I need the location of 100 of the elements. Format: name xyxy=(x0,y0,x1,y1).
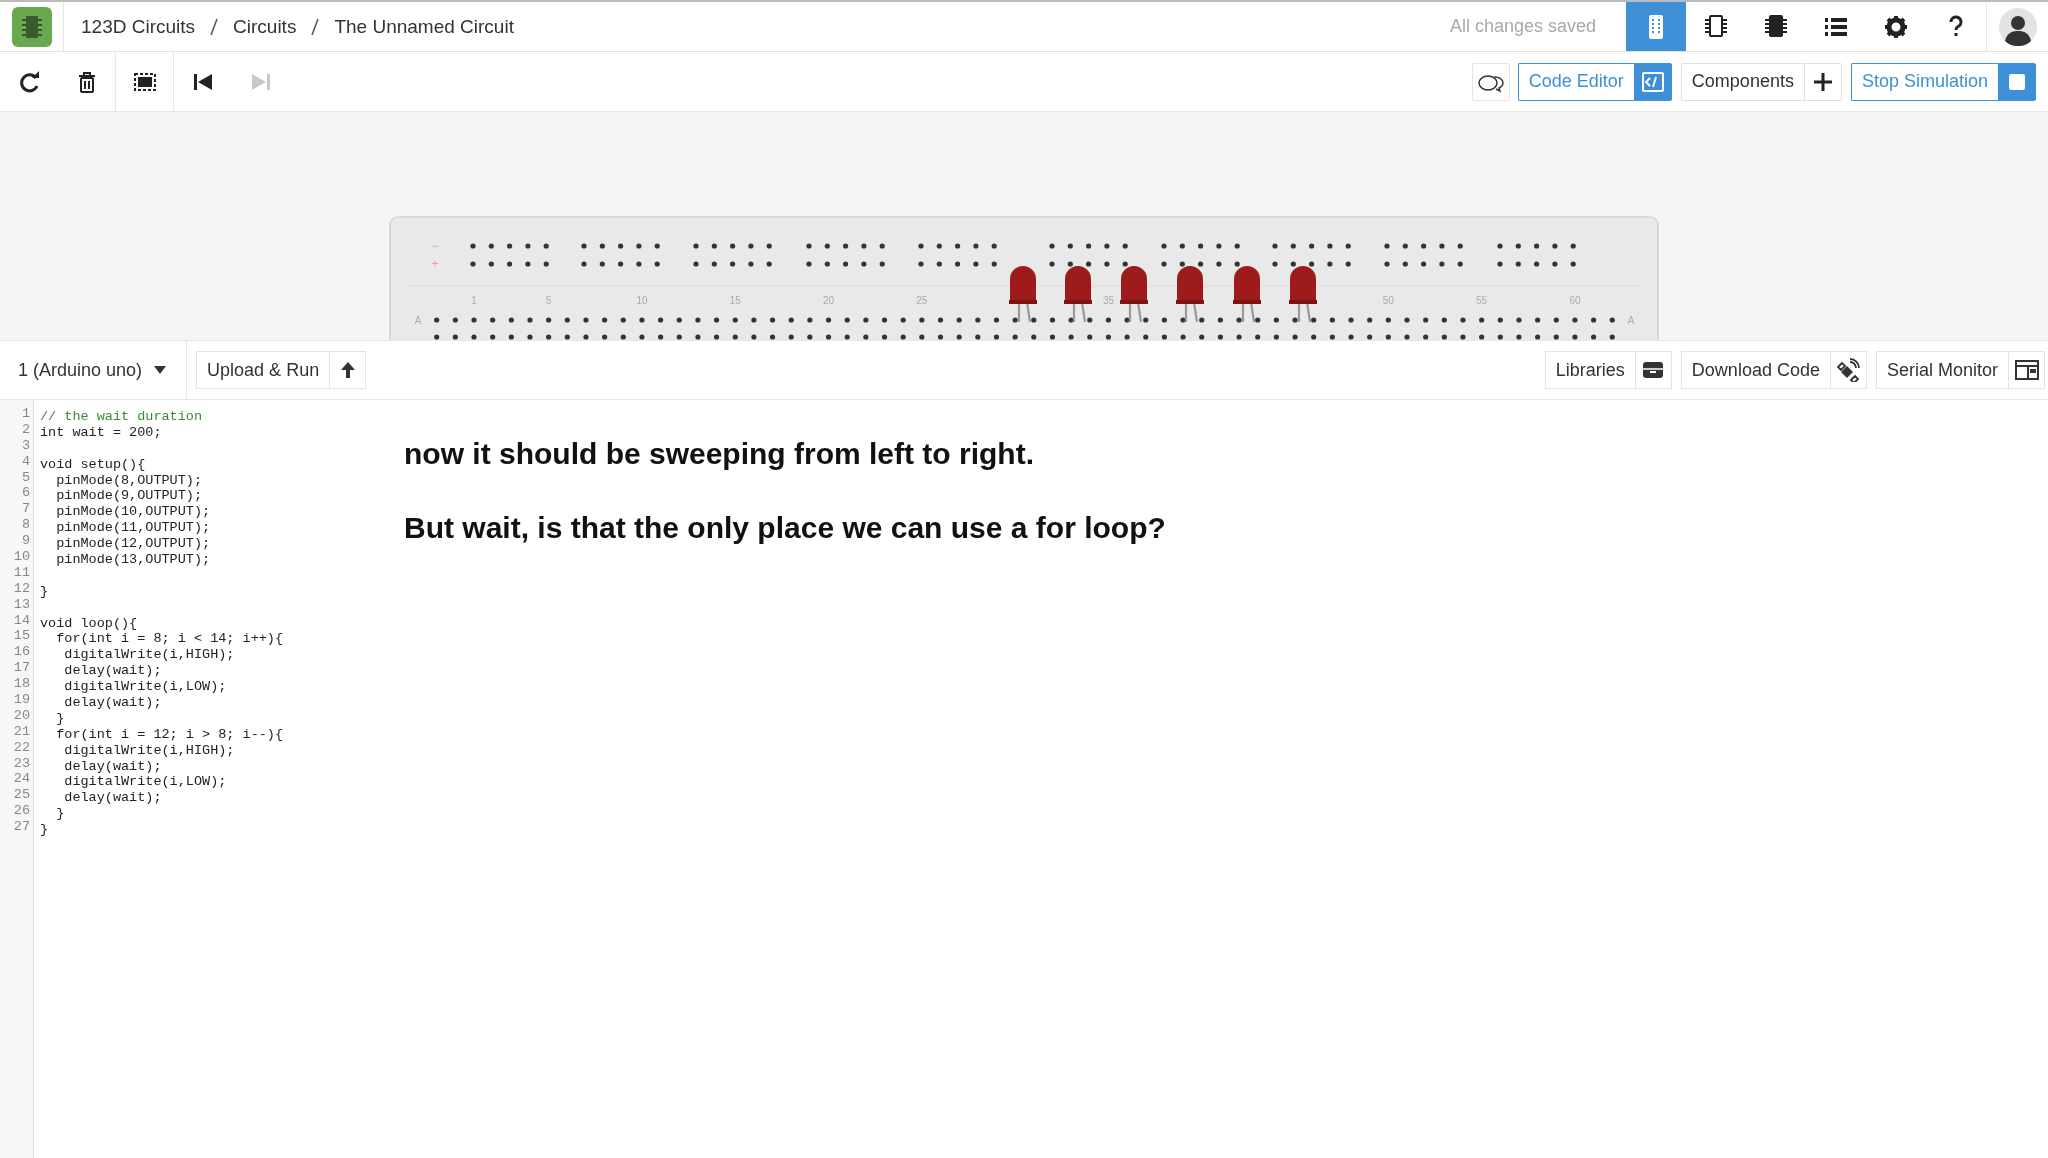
breadcrumb-link[interactable]: 123D Circuits xyxy=(81,15,196,38)
annotation-text: But wait, is that the only place we can use a for loop? xyxy=(404,511,1166,545)
line-number: 14 xyxy=(12,612,31,629)
archive-icon xyxy=(1642,361,1665,379)
comments-button[interactable] xyxy=(1471,62,1510,101)
column-number: 15 xyxy=(729,295,741,306)
code-line: pinMode(9,OUTPUT); xyxy=(55,488,203,504)
line-number: 2 xyxy=(20,421,31,438)
line-number: 1 xyxy=(20,406,31,422)
row-label: A xyxy=(414,315,422,326)
line-number: 19 xyxy=(12,692,31,708)
line-number: 22 xyxy=(12,739,31,756)
separator-icon xyxy=(209,17,220,36)
caret-icon xyxy=(154,366,167,374)
line-number: 17 xyxy=(12,660,31,677)
column-number: 10 xyxy=(636,295,648,306)
code-line: } xyxy=(40,583,49,599)
window-button[interactable] xyxy=(2009,351,2045,389)
column-number: 25 xyxy=(916,295,928,306)
panel-button[interactable]: Serial Monitor xyxy=(1875,351,2009,389)
line-number: 3 xyxy=(20,437,31,454)
line-number: 8 xyxy=(20,517,31,534)
led xyxy=(1289,266,1317,324)
upload-run-button[interactable]: Upload & Run xyxy=(196,351,331,389)
code-line: pinMode(10,OUTPUT); xyxy=(55,504,211,520)
up-arrow-icon xyxy=(340,362,355,378)
code-line: delay(wait); xyxy=(63,758,162,774)
line-number: 10 xyxy=(12,549,31,565)
led xyxy=(1120,266,1148,324)
led xyxy=(1176,266,1204,324)
stop-button[interactable] xyxy=(1998,62,2036,101)
column-number: 20 xyxy=(823,295,835,306)
line-number: 7 xyxy=(20,501,31,518)
column-number: 60 xyxy=(1569,295,1581,306)
line-number: 4 xyxy=(20,453,31,470)
line-number: 9 xyxy=(20,533,31,549)
plus-button[interactable] xyxy=(1803,62,1842,101)
code-line: void loop(){ xyxy=(40,615,138,631)
code-line: delay(wait); xyxy=(63,695,162,711)
code-line: delay(wait); xyxy=(63,790,162,806)
code-line: digitalWrite(i,LOW); xyxy=(63,679,227,695)
led xyxy=(1064,266,1092,324)
code-line: } xyxy=(55,806,65,822)
line-number: 12 xyxy=(12,580,31,597)
code-line: } xyxy=(55,710,65,726)
line-number: 24 xyxy=(12,771,31,788)
code-line: delay(wait); xyxy=(63,663,162,679)
led xyxy=(1009,266,1037,324)
rail-label: + xyxy=(431,257,439,271)
column-number: 5 xyxy=(545,295,552,306)
panel-button[interactable]: Download Code xyxy=(1680,351,1831,389)
avatar-icon xyxy=(1998,7,2037,46)
rail-label: − xyxy=(431,239,439,253)
code-line: digitalWrite(i,HIGH); xyxy=(63,647,235,663)
upload-button[interactable] xyxy=(330,351,367,389)
line-number: 5 xyxy=(20,469,31,486)
line-number: 16 xyxy=(12,644,31,661)
code-comment: // the wait duration xyxy=(40,409,203,424)
line-number: 20 xyxy=(12,707,31,724)
line-number: 6 xyxy=(20,485,31,502)
led xyxy=(1233,266,1261,324)
app-logo-icon xyxy=(11,6,52,47)
code-line: pinMode(11,OUTPUT); xyxy=(55,520,211,536)
code-line: digitalWrite(i,HIGH); xyxy=(63,742,235,758)
line-number: 25 xyxy=(12,787,31,804)
line-number: 11 xyxy=(12,564,31,581)
row-label: A xyxy=(1627,315,1635,326)
line-number: 23 xyxy=(12,755,31,772)
line-number: 15 xyxy=(12,628,31,645)
line-number: 13 xyxy=(12,596,31,613)
code-line: for(int i = 12; i > 8; i--){ xyxy=(55,726,284,742)
line-number: 27 xyxy=(12,819,31,836)
code-line: pinMode(12,OUTPUT); xyxy=(55,536,211,552)
code-line: for(int i = 8; i < 14; i++){ xyxy=(55,631,284,647)
code-line: } xyxy=(40,822,49,838)
column-number: 1 xyxy=(471,295,477,306)
save-status: All changes saved xyxy=(1449,16,1596,37)
code-line: digitalWrite(i,LOW); xyxy=(63,774,227,790)
satellite-button[interactable] xyxy=(1830,351,1867,389)
code-line: pinMode(13,OUTPUT); xyxy=(55,552,211,567)
column-number: 50 xyxy=(1382,295,1394,306)
panel-button[interactable]: Libraries xyxy=(1544,351,1636,389)
code-line: int wait = 200; xyxy=(40,424,162,440)
line-number: 21 xyxy=(12,723,31,740)
line-number: 18 xyxy=(12,676,31,693)
window-icon xyxy=(2014,360,2039,380)
satellite-icon xyxy=(1836,358,1861,382)
column-number: 55 xyxy=(1476,295,1488,306)
code-line: void setup(){ xyxy=(40,456,146,472)
code-icon xyxy=(1640,69,1665,94)
separator-icon xyxy=(310,17,321,36)
code-line: pinMode(8,OUTPUT); xyxy=(55,472,203,488)
toolbar-button[interactable]: Components xyxy=(1680,62,1804,101)
line-number: 26 xyxy=(12,803,31,820)
toolbar-button[interactable]: Stop Simulation xyxy=(1850,62,1998,101)
breadcrumb-link[interactable]: Circuits xyxy=(233,15,297,38)
code-button[interactable] xyxy=(1633,62,1672,101)
archive-button[interactable] xyxy=(1635,351,1672,389)
breadcrumb-link[interactable]: The Unnamed Circuit xyxy=(334,15,514,38)
annotation-text: now it should be sweeping from left to right. xyxy=(404,437,1035,471)
